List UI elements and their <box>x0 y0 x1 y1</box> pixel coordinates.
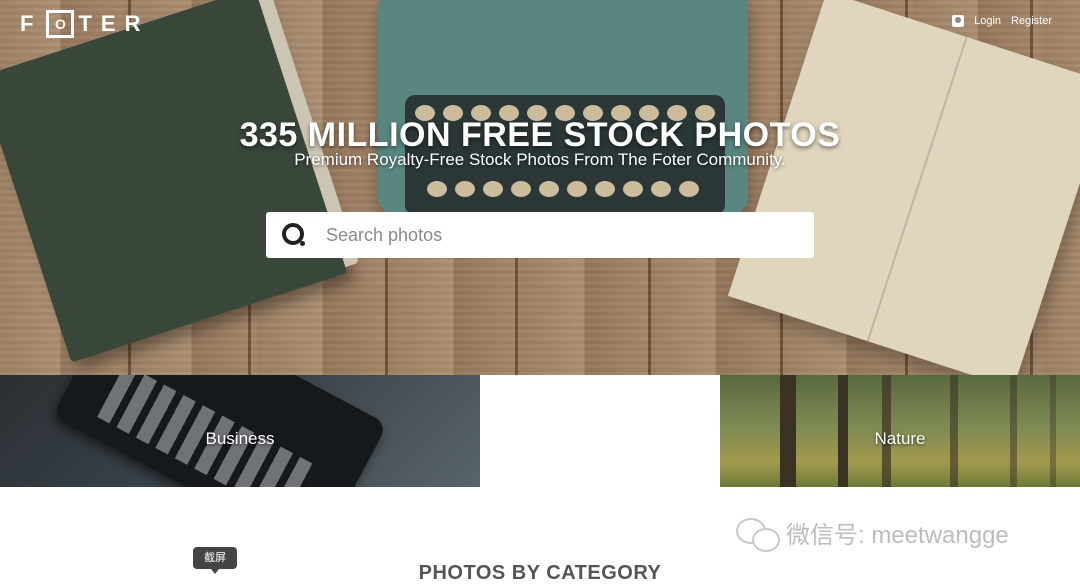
search-input[interactable] <box>324 223 814 247</box>
category-label: Business <box>205 429 275 448</box>
wechat-icon <box>736 516 780 552</box>
top-nav: Login Register <box>952 15 1052 27</box>
category-tile-business[interactable]: Business <box>0 375 480 487</box>
category-label: Nature <box>874 429 926 448</box>
user-icon <box>952 15 965 27</box>
category-tile-empty[interactable] <box>480 375 720 487</box>
wechat-watermark: 微信号: meetwangge <box>736 515 1009 552</box>
category-tile-nature[interactable]: Nature <box>720 375 1080 487</box>
foter-logo[interactable]: F O TER <box>20 10 149 38</box>
section-title: PHOTOS BY CATEGORY <box>418 562 662 584</box>
hero-subtitle: Premium Royalty-Free Stock Photos From T… <box>294 150 786 169</box>
watermark-text: 微信号: meetwangge <box>786 522 1009 549</box>
search-bar[interactable] <box>266 212 814 258</box>
logo-box-letter: O <box>46 10 75 38</box>
register-link[interactable]: Register <box>1011 15 1052 27</box>
hero-banner: F O TER Login Register 335 MILLION FREE … <box>0 0 1080 375</box>
search-icon[interactable] <box>280 220 310 250</box>
login-link[interactable]: Login <box>974 15 1001 27</box>
